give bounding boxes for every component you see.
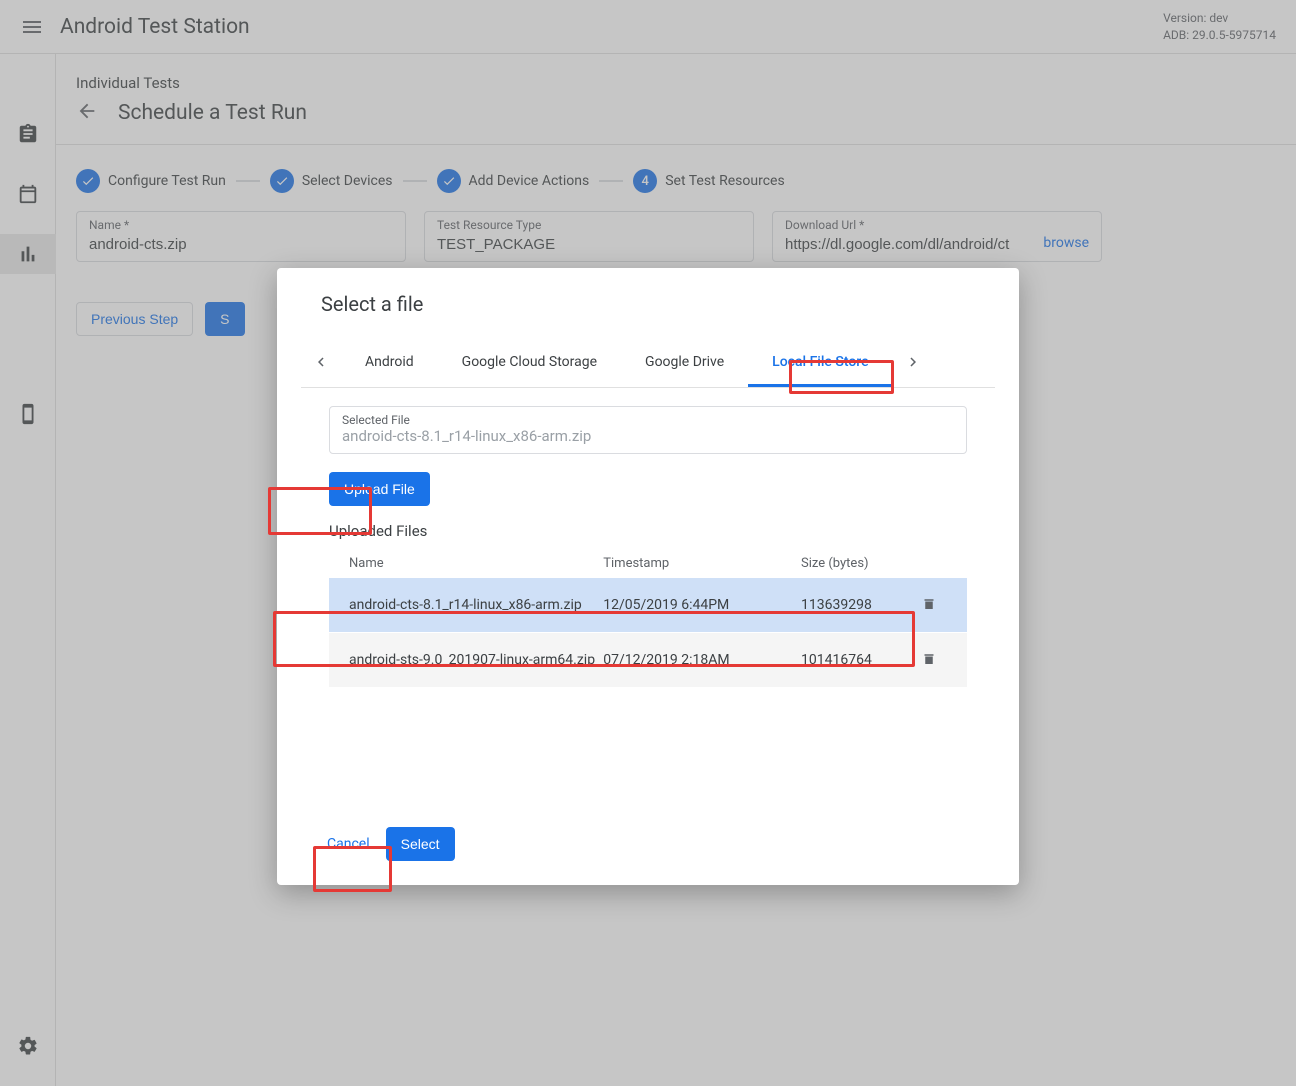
cancel-button[interactable]: Cancel	[321, 828, 376, 860]
tab-android[interactable]: Android	[341, 340, 438, 387]
modal-overlay: Select a file Android Google Cloud Stora…	[0, 0, 1296, 1086]
select-button[interactable]: Select	[386, 827, 455, 861]
dialog-title: Select a file	[301, 292, 995, 316]
col-name: Name	[349, 556, 603, 571]
tabs: Android Google Cloud Storage Google Driv…	[301, 340, 995, 388]
tabs-prev-icon[interactable]	[301, 343, 341, 385]
delete-file-icon[interactable]	[911, 649, 947, 671]
selected-file-label: Selected File	[342, 413, 954, 427]
file-timestamp: 07/12/2019 2:18AM	[603, 652, 801, 668]
upload-file-button[interactable]: Upload File	[329, 472, 430, 506]
col-timestamp: Timestamp	[603, 556, 801, 571]
file-row[interactable]: android-cts-8.1_r14-linux_x86-arm.zip 12…	[329, 577, 967, 632]
tab-drive[interactable]: Google Drive	[621, 340, 748, 387]
file-size: 113639298	[801, 597, 911, 613]
file-timestamp: 12/05/2019 6:44PM	[603, 597, 801, 613]
tab-local-file-store[interactable]: Local File Store	[748, 340, 892, 387]
file-name: android-sts-9.0_201907-linux-arm64.zip	[349, 652, 603, 668]
uploaded-files-title: Uploaded Files	[301, 522, 995, 540]
col-size: Size (bytes)	[801, 556, 911, 571]
tab-gcs[interactable]: Google Cloud Storage	[438, 340, 621, 387]
file-row[interactable]: android-sts-9.0_201907-linux-arm64.zip 0…	[329, 632, 967, 687]
file-size: 101416764	[801, 652, 911, 668]
file-name: android-cts-8.1_r14-linux_x86-arm.zip	[349, 597, 603, 613]
tabs-next-icon[interactable]	[893, 343, 933, 385]
select-file-dialog: Select a file Android Google Cloud Stora…	[277, 268, 1019, 885]
selected-file-field[interactable]: Selected File android-cts-8.1_r14-linux_…	[329, 406, 967, 454]
files-table: Name Timestamp Size (bytes) android-cts-…	[329, 550, 967, 687]
selected-file-value: android-cts-8.1_r14-linux_x86-arm.zip	[342, 427, 954, 445]
delete-file-icon[interactable]	[911, 594, 947, 616]
